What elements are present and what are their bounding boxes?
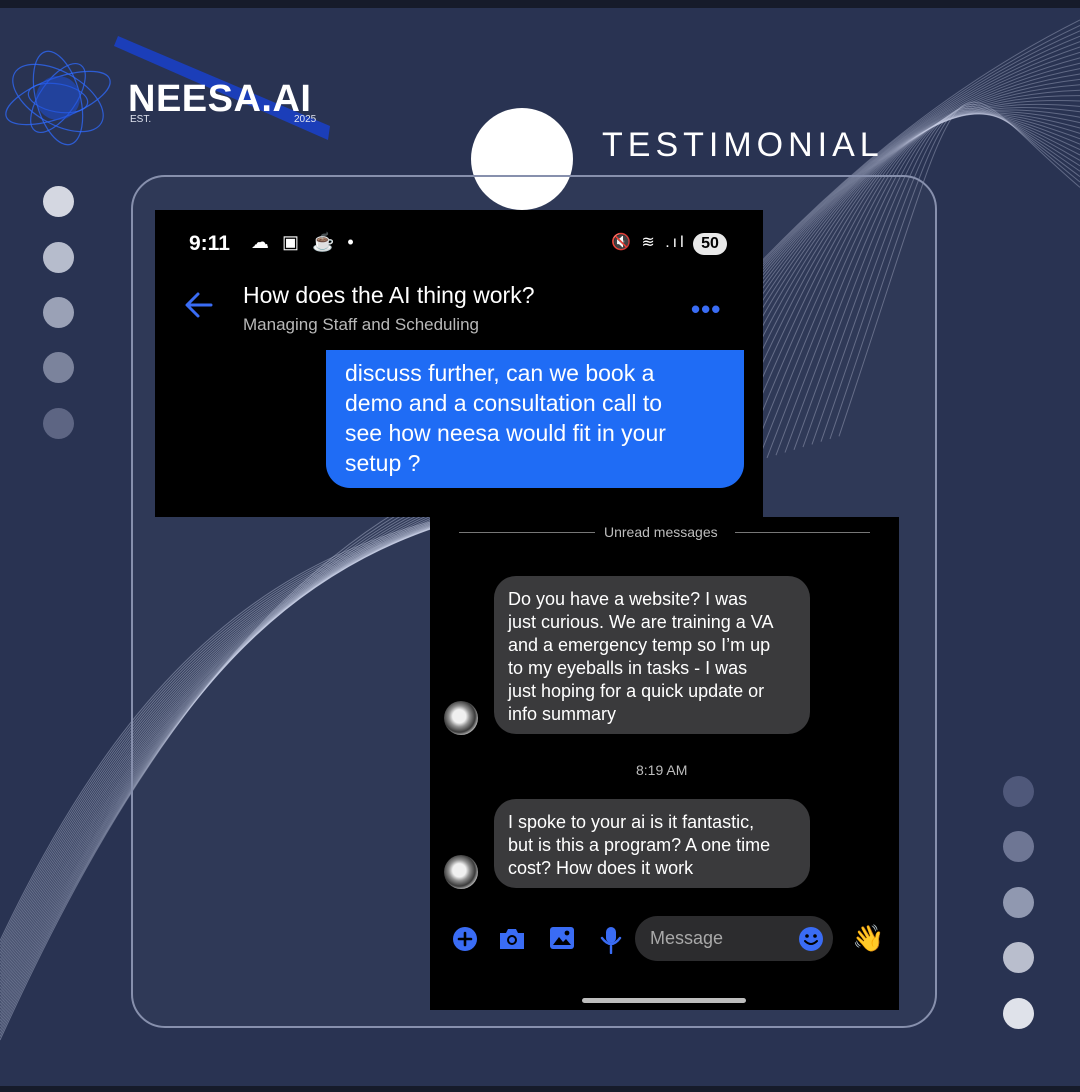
avatar[interactable] bbox=[444, 701, 478, 735]
message-line: and a emergency temp so I’m up bbox=[508, 635, 771, 655]
conversation-title: How does the AI thing work? bbox=[243, 282, 535, 308]
decorative-dot bbox=[43, 408, 74, 439]
more-options-icon[interactable]: ••• bbox=[691, 294, 721, 325]
incoming-message-bubble: Do you have a website? I was just curiou… bbox=[494, 576, 810, 734]
message-line: discuss further, can we book a bbox=[345, 360, 655, 386]
message-line: I spoke to your ai is it fantastic, bbox=[508, 812, 755, 832]
divider bbox=[735, 532, 870, 533]
chat-screenshot-top: 9:11 ☁ ▣ ☕ • 🔇 ≋ .ıl 50 How does the AI … bbox=[155, 210, 763, 517]
divider bbox=[459, 532, 595, 533]
brand-year: 2025 bbox=[294, 114, 317, 125]
status-time: 9:11 bbox=[189, 232, 230, 255]
gallery-icon[interactable] bbox=[549, 926, 575, 950]
microphone-icon[interactable] bbox=[600, 926, 622, 954]
emoji-icon[interactable] bbox=[798, 926, 824, 952]
message-input[interactable]: Message bbox=[635, 916, 833, 961]
decorative-dot bbox=[1003, 776, 1034, 807]
brand-est-label: EST. bbox=[130, 114, 152, 125]
add-icon[interactable] bbox=[452, 926, 478, 952]
message-line: see how neesa would fit in your bbox=[345, 420, 666, 446]
conversation-subtitle: Managing Staff and Scheduling bbox=[243, 315, 479, 334]
status-notification-icons: ☁ ▣ ☕ • bbox=[251, 232, 358, 252]
outgoing-message-bubble: discuss further, can we book a demo and … bbox=[326, 350, 744, 488]
message-line: setup ? bbox=[345, 450, 421, 476]
incoming-message-bubble: I spoke to your ai is it fantastic, but … bbox=[494, 799, 810, 888]
message-line: to my eyeballs in tasks - I was bbox=[508, 658, 748, 678]
home-indicator bbox=[582, 998, 746, 1003]
chat-screenshot-bottom: Unread messages Do you have a website? I… bbox=[430, 517, 899, 1010]
decorative-dot bbox=[43, 186, 74, 217]
message-line: just curious. We are training a VA bbox=[508, 612, 774, 632]
message-line: but is this a program? A one time bbox=[508, 835, 771, 855]
message-line: demo and a consultation call to bbox=[345, 390, 663, 416]
status-system-icons: 🔇 ≋ .ıl bbox=[611, 234, 687, 251]
message-timestamp: 8:19 AM bbox=[636, 762, 688, 778]
decorative-dot bbox=[1003, 887, 1034, 918]
message-placeholder: Message bbox=[650, 928, 724, 948]
message-line: info summary bbox=[508, 704, 617, 724]
decorative-dot bbox=[1003, 998, 1034, 1029]
message-line: cost? How does it work bbox=[508, 858, 694, 878]
camera-icon[interactable] bbox=[498, 926, 526, 952]
message-line: Do you have a website? I was bbox=[508, 589, 748, 609]
wave-emoji-button[interactable]: 👋 bbox=[852, 923, 884, 954]
avatar[interactable] bbox=[444, 855, 478, 889]
brand-name: NEESA.AI bbox=[128, 78, 312, 120]
battery-indicator: 50 bbox=[693, 233, 727, 255]
decorative-dot bbox=[1003, 831, 1034, 862]
decorative-dot bbox=[43, 297, 74, 328]
back-arrow-icon[interactable] bbox=[183, 290, 215, 320]
unread-divider-label: Unread messages bbox=[604, 524, 718, 540]
decorative-dot bbox=[43, 242, 74, 273]
decorative-dot bbox=[43, 352, 74, 383]
page-title: TESTIMONIAL bbox=[602, 126, 884, 164]
decorative-dot bbox=[1003, 942, 1034, 973]
message-line: just hoping for a quick update or bbox=[508, 681, 765, 701]
bottom-border-strip bbox=[0, 1086, 1080, 1092]
